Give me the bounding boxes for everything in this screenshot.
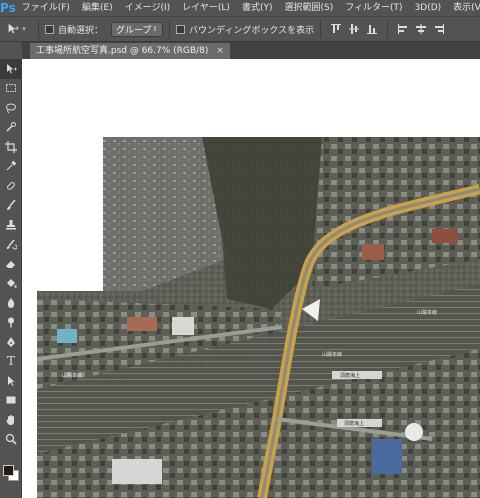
move-tool-icon[interactable]: ▾ xyxy=(0,19,32,39)
map-label: 須磨海上 xyxy=(344,420,364,427)
bounding-box-label: バウンディングボックスを表示 xyxy=(189,25,315,36)
dropdown-caret-icon: ⇕ xyxy=(152,25,159,33)
menu-type[interactable]: 書式(Y) xyxy=(236,0,279,16)
blur-tool-icon[interactable] xyxy=(0,293,22,313)
quick-select-tool-icon[interactable] xyxy=(0,118,22,138)
map-label: 山陽本線 xyxy=(417,309,437,316)
foreground-color-swatch[interactable] xyxy=(3,465,14,476)
menu-3d[interactable]: 3D(D) xyxy=(409,0,448,16)
tools-panel: T xyxy=(0,59,22,498)
type-tool-icon[interactable]: T xyxy=(0,352,22,372)
lasso-tool-icon[interactable] xyxy=(0,98,22,118)
crop-tool-icon[interactable] xyxy=(0,137,22,157)
menu-layer[interactable]: レイヤー(L) xyxy=(176,0,236,16)
pen-tool-icon[interactable] xyxy=(0,332,22,352)
paint-bucket-tool-icon[interactable] xyxy=(0,274,22,294)
map-label: 山陽本線 xyxy=(322,351,342,358)
align-bottom-icon[interactable] xyxy=(363,20,381,38)
move-tool-icon[interactable] xyxy=(0,59,22,79)
document-canvas[interactable]: 山陽本線 山陽本線 山陽本線 須磨海上 須磨海上 xyxy=(22,59,480,498)
align-left-icon[interactable] xyxy=(394,20,412,38)
divider xyxy=(387,20,389,38)
rectangle-tool-icon[interactable] xyxy=(0,391,22,411)
divider xyxy=(320,20,322,38)
map-label: 須磨海上 xyxy=(340,372,360,379)
document-tab-bar: 工事場所航空写真.psd @ 66.7% (RGB/8) × xyxy=(22,42,480,59)
aerial-photo: 山陽本線 山陽本線 山陽本線 須磨海上 須磨海上 xyxy=(36,137,480,498)
photoshop-logo: Ps xyxy=(0,1,16,15)
bounding-box-checkbox[interactable] xyxy=(176,24,186,34)
marquee-tool-icon[interactable] xyxy=(0,79,22,99)
auto-select-label: 自動選択： xyxy=(58,25,104,36)
menu-view[interactable]: 表示(V) xyxy=(447,0,480,16)
menu-file[interactable]: ファイル(F) xyxy=(16,0,76,16)
auto-select-value: グループ xyxy=(116,25,152,36)
document-tab[interactable]: 工事場所航空写真.psd @ 66.7% (RGB/8) × xyxy=(30,43,230,59)
clone-stamp-tool-icon[interactable] xyxy=(0,215,22,235)
dodge-tool-icon[interactable] xyxy=(0,313,22,333)
document-tab-title: 工事場所航空写真.psd @ 66.7% (RGB/8) xyxy=(36,46,209,56)
divider xyxy=(169,20,171,38)
align-top-icon[interactable] xyxy=(327,20,345,38)
path-select-tool-icon[interactable] xyxy=(0,371,22,391)
zoom-tool-icon[interactable] xyxy=(0,430,22,450)
divider xyxy=(38,20,39,38)
menu-edit[interactable]: 編集(E) xyxy=(76,0,119,16)
history-brush-tool-icon[interactable] xyxy=(0,235,22,255)
brush-tool-icon[interactable] xyxy=(0,196,22,216)
menu-bar: Ps ファイル(F) 編集(E) イメージ(I) レイヤー(L) 書式(Y) 選… xyxy=(0,0,480,16)
spot-healing-tool-icon[interactable] xyxy=(0,176,22,196)
hand-tool-icon[interactable] xyxy=(0,410,22,430)
align-hcenter-icon[interactable] xyxy=(412,20,430,38)
auto-select-dropdown[interactable]: グループ ⇕ xyxy=(111,21,164,37)
menu-image[interactable]: イメージ(I) xyxy=(119,0,177,16)
align-right-icon[interactable] xyxy=(430,20,448,38)
auto-select-checkbox[interactable] xyxy=(45,24,54,34)
map-label: 山陽本線 xyxy=(62,372,82,379)
menu-filter[interactable]: フィルター(T) xyxy=(339,0,408,16)
eraser-tool-icon[interactable] xyxy=(0,254,22,274)
photoshop-window: Ps ファイル(F) 編集(E) イメージ(I) レイヤー(L) 書式(Y) 選… xyxy=(0,0,480,498)
align-vcenter-icon[interactable] xyxy=(345,20,363,38)
options-bar: ▾ 自動選択： グループ ⇕ バウンディングボックスを表示 xyxy=(0,16,480,42)
eyedropper-tool-icon[interactable] xyxy=(0,157,22,177)
close-icon[interactable]: × xyxy=(216,43,224,59)
menu-select[interactable]: 選択範囲(S) xyxy=(278,0,339,16)
